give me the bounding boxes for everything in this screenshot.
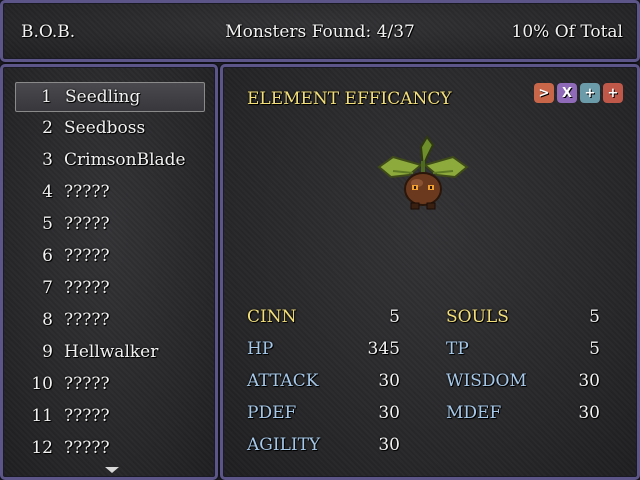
monster-number: 11 xyxy=(31,406,53,426)
monster-name: ????? xyxy=(64,406,110,426)
seedling-sprite-image xyxy=(377,135,469,210)
monster-list-item[interactable]: 3 CrimsonBlade xyxy=(15,146,205,176)
monster-number: 1 xyxy=(41,87,52,107)
monster-name: Seedboss xyxy=(64,118,146,138)
monster-list-item[interactable]: 9 Hellwalker xyxy=(15,338,205,368)
monster-name: ????? xyxy=(64,438,110,458)
wind-element-icon: X xyxy=(557,83,577,103)
stat-value-hp: 345 xyxy=(367,339,400,359)
stat-value-attack: 30 xyxy=(378,371,400,391)
monster-list-item[interactable]: 2 Seedboss xyxy=(15,114,205,144)
monster-number: 2 xyxy=(42,118,53,138)
stat-value-cinn: 5 xyxy=(389,307,400,327)
stat-label-mdef: MDEF xyxy=(446,403,502,423)
stat-value-mdef: 30 xyxy=(578,403,600,423)
stat-label-agility: AGILITY xyxy=(247,435,321,455)
stat-value-agility: 30 xyxy=(378,435,400,455)
stat-value-wisdom: 30 xyxy=(578,371,600,391)
monster-list-item[interactable]: 1 Seedling xyxy=(15,82,205,112)
monster-number: 12 xyxy=(31,438,53,458)
monster-name: ????? xyxy=(64,182,110,202)
monster-list-item[interactable]: 7????? xyxy=(15,274,205,304)
stat-label-tp: TP xyxy=(446,339,469,359)
element-icons-row: > X + + xyxy=(534,83,623,103)
earth-element-icon: + xyxy=(580,83,600,103)
stat-label-hp: HP xyxy=(247,339,274,359)
monster-name: ????? xyxy=(64,246,110,266)
stat-value-pdef: 30 xyxy=(378,403,400,423)
monster-name: ????? xyxy=(64,374,110,394)
monster-list-item[interactable]: 5????? xyxy=(15,210,205,240)
monster-name: ????? xyxy=(64,214,110,234)
fire-element-icon: > xyxy=(534,83,554,103)
monster-list-item[interactable]: 11????? xyxy=(15,402,205,432)
monster-number: 10 xyxy=(31,374,53,394)
monster-detail-window: ELEMENT EFFICANCY > X + + CINN 5 HP 345 ATTACK 3… xyxy=(220,64,640,480)
monster-number: 8 xyxy=(42,310,53,330)
monster-number: 6 xyxy=(42,246,53,266)
element-efficancy-title: ELEMENT EFFICANCY xyxy=(247,89,452,109)
monster-list-item[interactable]: 10????? xyxy=(15,370,205,400)
monster-list-item[interactable]: 12????? xyxy=(15,434,205,464)
monster-number: 3 xyxy=(42,150,53,170)
stat-value-souls: 5 xyxy=(589,307,600,327)
stat-label-souls: SOULS xyxy=(446,307,509,327)
monster-name: ????? xyxy=(64,310,110,330)
stat-label-wisdom: WISDOM xyxy=(446,371,527,391)
header-window: B.O.B. Monsters Found: 4/37 10% Of Total xyxy=(0,0,640,62)
monster-number: 7 xyxy=(42,278,53,298)
monster-list-item[interactable]: 8????? xyxy=(15,306,205,336)
stat-label-attack: ATTACK xyxy=(247,371,319,391)
stat-label-pdef: PDEF xyxy=(247,403,297,423)
monster-list-window: 1 Seedling 2 Seedboss 3 CrimsonBlade 4????? 5??… xyxy=(0,64,218,480)
monster-list-item[interactable]: 4????? xyxy=(15,178,205,208)
monster-name: ????? xyxy=(64,278,110,298)
percent-of-total: 10% Of Total xyxy=(511,22,623,42)
stat-value-tp: 5 xyxy=(589,339,600,359)
stat-label-cinn: CINN xyxy=(247,307,297,327)
scroll-down-arrow-icon[interactable] xyxy=(105,467,119,473)
monster-name: Seedling xyxy=(65,87,141,107)
monster-number: 4 xyxy=(42,182,53,202)
monster-number: 9 xyxy=(42,342,53,362)
monster-name: CrimsonBlade xyxy=(64,150,186,170)
monster-list-item[interactable]: 6????? xyxy=(15,242,205,272)
light-element-icon: + xyxy=(603,83,623,103)
monster-number: 5 xyxy=(42,214,53,234)
monster-name: Hellwalker xyxy=(64,342,159,362)
